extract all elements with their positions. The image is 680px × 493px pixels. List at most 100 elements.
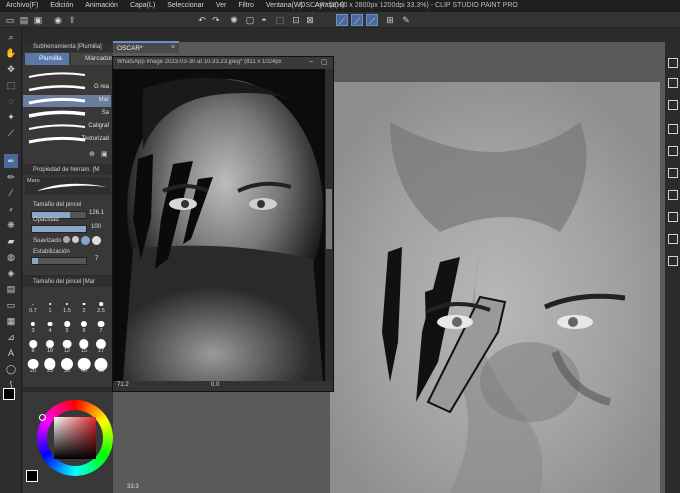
brush-size-preset[interactable]: 4 — [42, 317, 58, 334]
brush-size-preset[interactable]: 30 — [59, 357, 75, 374]
hue-ring[interactable] — [37, 400, 113, 476]
menu-seleccionar[interactable]: Seleccionar — [167, 2, 204, 9]
panel-icon[interactable] — [668, 100, 678, 110]
decoration-icon[interactable]: ❋ — [4, 218, 18, 232]
stabilization-slider[interactable] — [31, 257, 87, 265]
open-folder-icon[interactable]: ▤ — [18, 14, 30, 26]
smoothing-option[interactable] — [81, 236, 90, 245]
brush-item[interactable] — [23, 69, 111, 81]
minimize-icon[interactable]: – — [309, 58, 313, 65]
reference-zoom[interactable]: 71.2 — [117, 382, 129, 388]
zoom-icon[interactable]: ⌕ — [4, 30, 18, 44]
invert-selection-icon[interactable]: ⊠ — [304, 14, 316, 26]
transform-icon[interactable]: ⬚ — [274, 14, 286, 26]
balloon-icon[interactable]: ◯ — [4, 362, 18, 376]
brush-size-preset[interactable]: 10 — [42, 337, 58, 354]
lasso-icon[interactable]: ◌ — [4, 94, 18, 108]
panel-icon[interactable] — [668, 124, 678, 134]
edit-ruler-icon[interactable]: ✎ — [400, 14, 412, 26]
menu-edicion[interactable]: Edición — [50, 2, 73, 9]
document-tab[interactable]: OSCAR* × — [113, 41, 179, 53]
delete-subtool-icon[interactable]: ▣ — [101, 150, 108, 158]
reference-scrollbar[interactable] — [325, 69, 333, 381]
snap-special-ruler-icon[interactable]: ⟋ — [351, 14, 363, 26]
close-icon[interactable]: × — [171, 44, 175, 51]
menu-capa[interactable]: Capa(L) — [130, 2, 155, 9]
drawing-canvas[interactable] — [330, 82, 660, 493]
magic-wand-icon[interactable]: ✦ — [4, 110, 18, 124]
reference-window[interactable]: WhatsApp Image 2023-03-30 at 10.33.23.jp… — [112, 56, 334, 392]
panel-icon[interactable] — [668, 256, 678, 266]
brush-size-preset[interactable]: 25 — [42, 357, 58, 374]
brush-item[interactable]: Texturizad — [23, 134, 111, 146]
selection-icon[interactable]: ⬚ — [4, 78, 18, 92]
panel-icon[interactable] — [668, 168, 678, 178]
reference-rotation[interactable]: 0.0 — [211, 382, 219, 388]
brush-size-preset[interactable]: 5 — [59, 317, 75, 334]
brush-size-preset[interactable]: 50 — [93, 357, 109, 374]
menu-filtro[interactable]: Filtro — [238, 2, 254, 9]
brush-size-preset[interactable]: 0.7 — [25, 297, 41, 314]
brush-size-preset[interactable]: 7 — [93, 317, 109, 334]
brush-size-preset[interactable]: 20 — [25, 357, 41, 374]
brush-size-preset[interactable]: 12 — [59, 337, 75, 354]
eyedropper-icon[interactable]: ⟋ — [4, 126, 18, 140]
brush-item[interactable]: G rea — [23, 82, 111, 94]
menu-archivo[interactable]: Archivo(F) — [6, 2, 38, 9]
brush-size-preset[interactable]: 15 — [76, 337, 92, 354]
eraser-icon[interactable]: ▰ — [4, 234, 18, 248]
brush-size-preset[interactable]: 8 — [25, 337, 41, 354]
brush-size-preset[interactable]: 3 — [25, 317, 41, 334]
menu-ver[interactable]: Ver — [216, 2, 227, 9]
brush-item[interactable]: Sa — [23, 108, 111, 120]
brush-icon[interactable]: ⁄ — [4, 186, 18, 200]
brush-size-preset[interactable]: 2 — [76, 297, 92, 314]
panel-icon[interactable] — [668, 190, 678, 200]
panel-icon[interactable] — [668, 78, 678, 88]
panel-icon[interactable] — [668, 234, 678, 244]
menu-ventana[interactable]: Ventana(W) — [266, 2, 303, 9]
fill-bucket-icon[interactable]: ◈ — [4, 266, 18, 280]
stabilization-value[interactable]: 7 — [95, 256, 98, 262]
canvas-zoom-readout[interactable]: 33.3 — [127, 484, 139, 490]
clear-icon[interactable]: ✺ — [228, 14, 240, 26]
saturation-value-square[interactable] — [54, 417, 96, 459]
brush-size-preset[interactable]: 40 — [76, 357, 92, 374]
hue-picker[interactable] — [39, 414, 46, 421]
blend-icon[interactable]: ◍ — [4, 250, 18, 264]
airbrush-icon[interactable]: ⸗ — [4, 202, 18, 216]
snap-ruler-icon[interactable]: ⟋ — [336, 14, 348, 26]
brush-size-preset[interactable]: 1 — [42, 297, 58, 314]
brush-size-preset[interactable]: 17 — [93, 337, 109, 354]
save-icon[interactable]: ▣ — [32, 14, 44, 26]
ruler-tool-icon[interactable]: ⊿ — [4, 330, 18, 344]
tab-marcador[interactable]: Marcador — [71, 53, 113, 65]
brush-size-preset[interactable]: 2.5 — [93, 297, 109, 314]
hand-icon[interactable]: ✋ — [4, 46, 18, 60]
add-subtool-icon[interactable]: ⊕ — [89, 150, 95, 158]
tab-plumilla[interactable]: Plumilla — [25, 53, 69, 65]
panel-icon[interactable] — [668, 58, 678, 68]
brush-size-preset[interactable]: 1.5 — [59, 297, 75, 314]
smoothing-option[interactable] — [92, 236, 101, 245]
text-icon[interactable]: A — [4, 346, 18, 360]
opacity-slider[interactable] — [31, 225, 87, 233]
pencil-icon[interactable]: ✏ — [4, 170, 18, 184]
maximize-icon[interactable]: ▢ — [321, 58, 328, 66]
move-icon[interactable]: ✥ — [4, 62, 18, 76]
gradient-icon[interactable]: ▤ — [4, 282, 18, 296]
smoothing-option[interactable] — [63, 236, 70, 243]
redo-icon[interactable]: ↷ — [210, 14, 222, 26]
camera-icon[interactable]: ◉ — [52, 14, 64, 26]
panel-icon[interactable] — [668, 212, 678, 222]
brush-item[interactable]: Mar — [23, 95, 111, 107]
brush-item[interactable]: Caligraf — [23, 121, 111, 133]
main-color-chip[interactable] — [26, 470, 38, 482]
brush-size-preset[interactable]: 6 — [76, 317, 92, 334]
smoothing-option[interactable] — [72, 236, 79, 243]
main-color-swatch[interactable] — [3, 388, 15, 400]
menu-animacion[interactable]: Animación — [85, 2, 118, 9]
brush-size-value[interactable]: 126.1 — [89, 210, 104, 216]
ruler-icon[interactable]: ⊞ — [384, 14, 396, 26]
frame-icon[interactable]: ▦ — [4, 314, 18, 328]
